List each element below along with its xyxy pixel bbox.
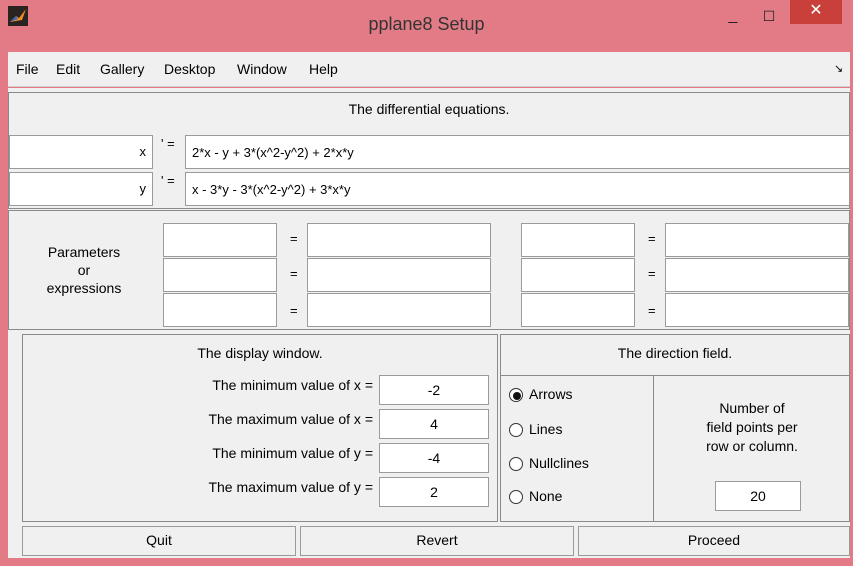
radio-arrows[interactable]: Arrows — [509, 383, 649, 407]
direction-vdivider — [653, 375, 654, 521]
param-name-1[interactable] — [163, 223, 277, 257]
max-y-label: The maximum value of y = — [208, 479, 373, 495]
dock-arrow-icon[interactable]: ↘ — [834, 52, 843, 87]
minimize-button[interactable]: _ — [718, 0, 748, 32]
direction-field-panel: The direction field. Arrows Lines Nullcl… — [500, 334, 850, 522]
max-x-label: The maximum value of x = — [208, 411, 373, 427]
param-eq-5: = — [648, 266, 656, 281]
radio-nullclines-label: Nullclines — [529, 455, 589, 471]
param-name-5[interactable] — [521, 258, 635, 292]
menu-file[interactable]: File — [16, 52, 39, 87]
param-value-1[interactable] — [307, 223, 491, 257]
x-prime-equals: ' = — [161, 136, 175, 151]
param-eq-4: = — [648, 231, 656, 246]
display-window-panel: The display window. The minimum value of… — [22, 334, 498, 522]
close-button[interactable]: ✕ — [790, 0, 842, 24]
param-value-4[interactable] — [665, 223, 849, 257]
revert-button[interactable]: Revert — [300, 526, 574, 556]
parameters-label-line3: expressions — [46, 280, 122, 296]
direction-divider — [501, 375, 849, 376]
min-y-field[interactable]: -4 — [379, 443, 489, 473]
field-points-label-line2: field points per — [706, 419, 798, 435]
menu-window[interactable]: Window — [237, 52, 287, 87]
menu-help[interactable]: Help — [309, 52, 338, 87]
radio-none[interactable]: None — [509, 485, 649, 509]
proceed-button[interactable]: Proceed — [578, 526, 850, 556]
param-name-3[interactable] — [163, 293, 277, 327]
y-variable-field[interactable]: y — [9, 172, 153, 206]
title-bar: pplane8 Setup _ ☐ ✕ — [0, 0, 853, 52]
parameters-label: Parameters or expressions — [9, 243, 159, 297]
param-eq-3: = — [290, 303, 298, 318]
field-points-label-line1: Number of — [719, 400, 785, 416]
parameters-panel: Parameters or expressions = = = = = = — [8, 210, 850, 330]
x-equation-field[interactable]: 2*x - y + 3*(x^2-y^2) + 2*x*y — [185, 135, 850, 169]
equations-heading: The differential equations. — [348, 101, 510, 117]
x-equation-text: 2*x - y + 3*(x^2-y^2) + 2*x*y — [192, 145, 354, 160]
radio-nullclines[interactable]: Nullclines — [509, 452, 649, 476]
max-y-field[interactable]: 2 — [379, 477, 489, 507]
param-name-2[interactable] — [163, 258, 277, 292]
param-value-5[interactable] — [665, 258, 849, 292]
min-x-label: The minimum value of x = — [212, 377, 373, 393]
direction-heading: The direction field. — [617, 345, 733, 361]
param-eq-6: = — [648, 303, 656, 318]
param-eq-2: = — [290, 266, 298, 281]
min-x-field[interactable]: -2 — [379, 375, 489, 405]
equations-panel: The differential equations. x ' = 2*x - … — [8, 92, 850, 209]
menu-desktop[interactable]: Desktop — [164, 52, 215, 87]
param-eq-1: = — [290, 231, 298, 246]
radio-none-label: None — [529, 488, 563, 504]
parameters-label-line1: Parameters — [47, 244, 121, 260]
maximize-button[interactable]: ☐ — [754, 0, 784, 32]
x-variable-field[interactable]: x — [9, 135, 153, 169]
y-equation-text: x - 3*y - 3*(x^2-y^2) + 3*x*y — [192, 182, 351, 197]
field-points-input[interactable]: 20 — [715, 481, 801, 511]
radio-lines-label: Lines — [529, 421, 563, 437]
param-value-6[interactable] — [665, 293, 849, 327]
param-name-6[interactable] — [521, 293, 635, 327]
matlab-logo-icon — [8, 6, 28, 26]
app-window: pplane8 Setup _ ☐ ✕ File Edit Gallery De… — [0, 0, 853, 566]
min-y-label: The minimum value of y = — [212, 445, 373, 461]
param-value-2[interactable] — [307, 258, 491, 292]
field-points-label-line3: row or column. — [706, 438, 798, 454]
parameters-label-line2: or — [77, 262, 91, 278]
menu-gallery[interactable]: Gallery — [100, 52, 144, 87]
menu-edit[interactable]: Edit — [56, 52, 80, 87]
field-points-label: Number of field points per row or column… — [655, 399, 849, 456]
radio-lines-indicator[interactable] — [509, 423, 523, 437]
radio-lines[interactable]: Lines — [509, 418, 649, 442]
radio-nullclines-indicator[interactable] — [509, 457, 523, 471]
quit-button[interactable]: Quit — [22, 526, 296, 556]
y-equation-field[interactable]: x - 3*y - 3*(x^2-y^2) + 3*x*y — [185, 172, 850, 206]
max-x-field[interactable]: 4 — [379, 409, 489, 439]
menu-bar: File Edit Gallery Desktop Window Help ↘ — [8, 52, 850, 87]
y-prime-equals: ' = — [161, 173, 175, 188]
radio-none-indicator[interactable] — [509, 490, 523, 504]
display-heading: The display window. — [197, 345, 323, 361]
param-name-4[interactable] — [521, 223, 635, 257]
radio-arrows-label: Arrows — [529, 386, 573, 402]
radio-arrows-indicator[interactable] — [509, 388, 523, 402]
setup-content: The differential equations. x ' = 2*x - … — [8, 88, 850, 558]
param-value-3[interactable] — [307, 293, 491, 327]
